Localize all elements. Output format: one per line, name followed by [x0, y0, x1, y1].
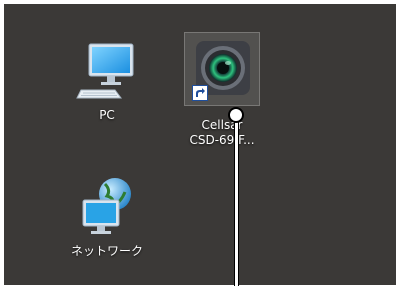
- cursor-pin: [228, 107, 244, 123]
- shortcut-arrow-icon: [192, 85, 208, 101]
- desktop-icon-label: PC: [99, 108, 115, 122]
- desktop-icon-label: Cellsar CSD-69 F...: [189, 118, 255, 147]
- screenshot-frame: PC Cellsar CSD-69 F... ネットワーク: [0, 0, 401, 290]
- cursor-line: [234, 116, 239, 286]
- desktop-area[interactable]: PC Cellsar CSD-69 F... ネットワーク: [4, 4, 396, 285]
- desktop-icon-cellsar-shortcut[interactable]: [184, 32, 260, 106]
- desktop-icon-label: ネットワーク: [70, 244, 143, 258]
- desktop-icon-cellsar-label-wrap: Cellsar CSD-69 F...: [182, 112, 262, 148]
- camera-lens-icon: [190, 37, 254, 101]
- pc-monitor-icon: [75, 38, 139, 102]
- network-globe-icon: [75, 174, 139, 238]
- desktop-icon-network[interactable]: ネットワーク: [67, 174, 147, 259]
- desktop-icon-pc[interactable]: PC: [67, 38, 147, 123]
